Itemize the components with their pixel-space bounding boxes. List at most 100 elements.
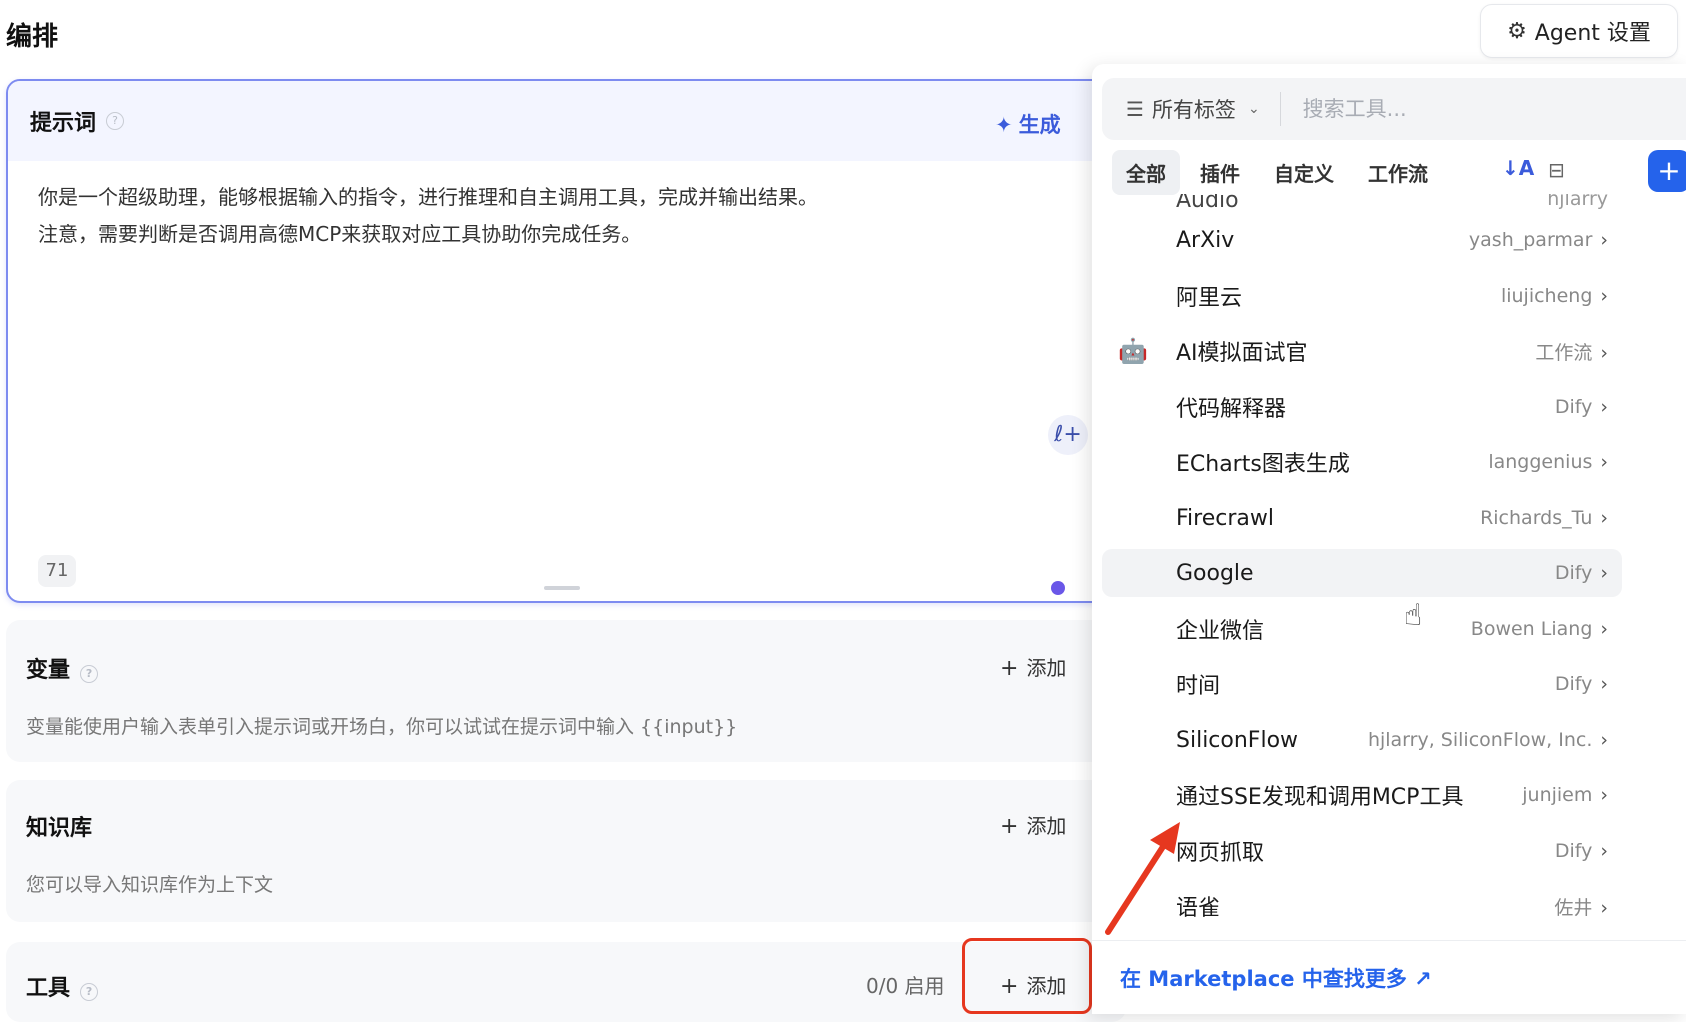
tool-author: Dify › — [1554, 562, 1608, 584]
tool-author: junjiem › — [1522, 784, 1608, 806]
sort-icon[interactable]: ↓A — [1502, 156, 1534, 180]
tool-author: langgenius › — [1488, 451, 1608, 473]
help-icon[interactable]: ? — [106, 112, 125, 130]
robot-icon: 🤖 — [1118, 337, 1148, 365]
chevron-right-icon: › — [1600, 840, 1608, 862]
tool-author: Dify › — [1554, 396, 1608, 418]
char-count: 71 — [38, 555, 76, 587]
page-title: 编排 — [6, 22, 59, 52]
tool-item[interactable]: 企业微信 Bowen Liang › — [1102, 605, 1622, 653]
tool-author: yash_parmar › — [1468, 229, 1608, 251]
prompt-label: 提示词 — [30, 111, 97, 136]
tool-name: 阿里云 — [1176, 286, 1243, 311]
tools-title: 工具? — [26, 970, 99, 1002]
tool-author: Richards_Tu › — [1480, 507, 1608, 529]
annotation-highlight-box — [962, 938, 1092, 1014]
chevron-right-icon: › — [1600, 729, 1608, 751]
knowledge-desc: 您可以导入知识库作为上下文 — [26, 874, 274, 896]
resize-handle[interactable] — [544, 586, 580, 590]
add-tool-icon[interactable]: + — [1648, 150, 1686, 192]
tools-enabled-count: 0/0 启用 — [866, 974, 945, 998]
chevron-right-icon: › — [1600, 285, 1608, 307]
help-icon[interactable]: ? — [80, 665, 99, 683]
chevron-right-icon: › — [1600, 673, 1608, 695]
pen-icon[interactable]: ℓ+ — [1048, 415, 1088, 455]
tab-all[interactable]: 全部 — [1112, 150, 1180, 195]
tool-author: Dify › — [1554, 673, 1608, 695]
tool-name: SiliconFlow — [1176, 727, 1299, 753]
partial-tool-name: Audio — [1176, 194, 1239, 213]
partial-tool-author: hjlarry — [1547, 194, 1608, 210]
add-knowledge-button[interactable]: + 添加 — [1000, 810, 1066, 839]
variables-desc: 变量能使用户输入表单引入提示词或开场白，你可以试试在提示词中输入 {{input… — [26, 716, 738, 738]
marketplace-link[interactable]: 在 Marketplace 中查找更多 ↗ — [1120, 963, 1432, 993]
chevron-right-icon: › — [1600, 507, 1608, 529]
tool-name: ArXiv — [1176, 227, 1235, 253]
tool-author: 佐井 › — [1554, 896, 1608, 919]
agent-settings-label: Agent 设置 — [1534, 21, 1651, 46]
divider — [1279, 92, 1281, 126]
knowledge-title: 知识库 — [26, 816, 93, 841]
chevron-down-icon: ⌄ — [1247, 101, 1260, 117]
chevron-right-icon: › — [1600, 341, 1608, 364]
tool-author: Bowen Liang › — [1470, 618, 1608, 640]
plus-icon: + — [1000, 656, 1019, 681]
tag-filter-dropdown[interactable]: ☰ 所有标签 ⌄ — [1102, 94, 1260, 124]
chevron-right-icon: › — [1600, 562, 1608, 584]
tool-item[interactable]: 时间 Dify › — [1102, 660, 1622, 708]
generate-button[interactable]: ✦ 生成 — [995, 109, 1061, 139]
status-dot — [1051, 581, 1065, 595]
tool-author: liujicheng › — [1500, 285, 1608, 307]
tool-item[interactable]: SiliconFlow hjlarry, SiliconFlow, Inc. › — [1102, 716, 1622, 764]
tool-search-input[interactable] — [1300, 96, 1605, 122]
popup-footer: 在 Marketplace 中查找更多 ↗ — [1092, 940, 1686, 1014]
help-icon[interactable]: ? — [80, 983, 99, 1001]
tool-name: 时间 — [1176, 674, 1221, 699]
chevron-right-icon: › — [1600, 229, 1608, 251]
variables-section: 变量? + 添加 变量能使用户输入表单引入提示词或开场白，你可以试试在提示词中输入… — [6, 620, 1126, 762]
tool-name: Google — [1176, 560, 1254, 586]
tool-author: hjlarry, SiliconFlow, Inc. › — [1367, 729, 1608, 751]
tool-author: 工作流 › — [1535, 341, 1608, 364]
tab-custom[interactable]: 自定义 — [1260, 150, 1348, 195]
prompt-line-1: 你是一个超级助理，能够根据输入的指令，进行推理和自主调用工具，完成并输出结果。 — [38, 185, 818, 209]
agent-settings-button[interactable]: ⚙ Agent 设置 — [1480, 4, 1678, 58]
generate-label: 生成 — [1018, 113, 1061, 137]
tag-filter-label: 所有标签 — [1151, 98, 1236, 122]
tab-plugins[interactable]: 插件 — [1186, 150, 1254, 195]
tool-name: AI模拟面试官 — [1176, 341, 1308, 366]
plus-icon: + — [1000, 814, 1019, 839]
add-variable-button[interactable]: + 添加 — [1000, 652, 1066, 681]
chevron-right-icon: › — [1600, 618, 1608, 640]
prompt-line-2: 注意，需要判断是否调用高德MCP来获取对应工具协助你完成任务。 — [38, 222, 642, 246]
chevron-right-icon: › — [1600, 451, 1608, 473]
tool-item[interactable]: Google Dify › — [1102, 549, 1622, 597]
tool-name: Firecrawl — [1176, 505, 1274, 531]
tools-section: 工具? 0/0 启用 + 添加 — [6, 942, 1126, 1022]
hand-cursor-icon: ☝ — [1404, 598, 1423, 633]
tool-name: 企业微信 — [1176, 619, 1265, 644]
tool-name: 通过SSE发现和调用MCP工具 — [1176, 785, 1464, 810]
tool-item[interactable]: ArXiv yash_parmar › — [1102, 216, 1622, 264]
tool-tabs: 全部 插件 自定义 工作流 — [1112, 150, 1442, 195]
tool-item[interactable]: Firecrawl Richards_Tu › — [1102, 494, 1622, 542]
chevron-right-icon: › — [1600, 784, 1608, 806]
tree-view-icon[interactable]: ⊟ — [1548, 158, 1565, 182]
tool-item[interactable]: 代码解释器 Dify › — [1102, 383, 1622, 431]
tool-author: Dify › — [1554, 840, 1608, 862]
tool-search-bar: ☰ 所有标签 ⌄ — [1102, 78, 1686, 140]
prompt-card: 提示词 ? ✦ 生成 你是一个超级助理，能够根据输入的指令，进行推理和自主调用工具… — [6, 79, 1130, 603]
annotation-arrow — [1105, 822, 1180, 935]
gear-icon: ⚙ — [1507, 18, 1527, 44]
variables-title: 变量? — [26, 652, 99, 684]
tool-name: ECharts图表生成 — [1176, 452, 1350, 477]
knowledge-section: 知识库 + 添加 您可以导入知识库作为上下文 — [6, 780, 1126, 922]
tool-item[interactable]: ECharts图表生成 langgenius › — [1102, 438, 1622, 486]
chevron-right-icon: › — [1600, 396, 1608, 418]
tab-workflow[interactable]: 工作流 — [1354, 150, 1442, 195]
prompt-textarea[interactable]: 你是一个超级助理，能够根据输入的指令，进行推理和自主调用工具，完成并输出结果。 … — [8, 161, 1128, 271]
chevron-right-icon: › — [1600, 896, 1608, 919]
tool-item[interactable]: 通过SSE发现和调用MCP工具 junjiem › — [1102, 771, 1622, 819]
tool-item[interactable]: 阿里云 liujicheng › — [1102, 272, 1622, 320]
tool-item[interactable]: 🤖 AI模拟面试官 工作流 › — [1102, 327, 1622, 375]
